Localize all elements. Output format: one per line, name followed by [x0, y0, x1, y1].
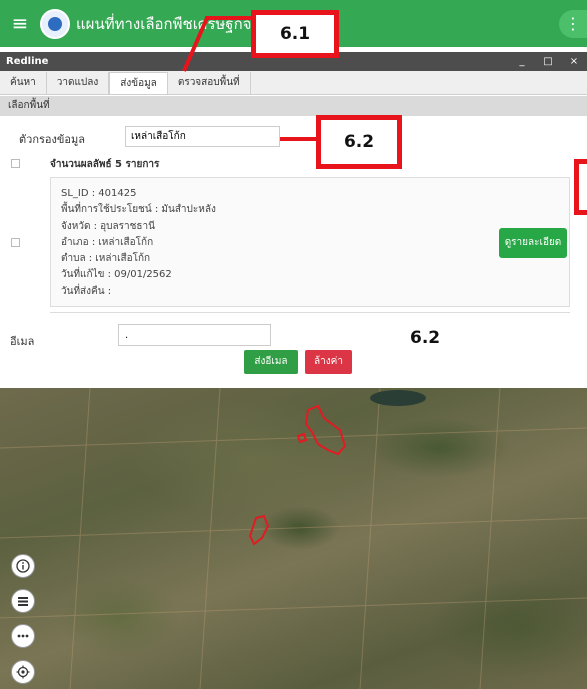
tab-search[interactable]: ค้นหา — [0, 72, 47, 94]
map-overlay — [0, 388, 587, 689]
callout-tab: 6.1 — [251, 10, 339, 58]
maximize-button[interactable]: □ — [535, 52, 561, 71]
close-button[interactable]: × — [561, 52, 587, 71]
filter-label: ตัวกรองข้อมูล — [19, 133, 85, 146]
pond — [370, 390, 426, 406]
result-line: วันที่ส่งคืน : — [61, 285, 112, 297]
send-email-button[interactable]: ส่งอีเมล — [244, 350, 298, 374]
plot-boundary[interactable] — [248, 514, 270, 546]
tab-check-area[interactable]: ตรวจสอบพื้นที่ — [168, 72, 251, 94]
filter-input[interactable] — [125, 126, 280, 147]
result-line: อำเภอ : เหล่าเสือโก้ก — [61, 236, 154, 248]
result-line: พื้นที่การใช้ประโยชน์ : มันสำปะหลัง — [61, 204, 216, 216]
callout-connector — [280, 137, 318, 141]
section-header: เลือกพื้นที่ — [0, 96, 587, 116]
view-detail-button[interactable]: ดูรายละเอียด — [499, 228, 567, 258]
next-result-card-edge — [50, 312, 570, 315]
result-line: SL_ID : 401425 — [61, 188, 137, 199]
hamburger-menu-icon[interactable]: ≡ — [0, 0, 40, 47]
callout-edge — [574, 159, 587, 215]
tab-bar: ค้นหา วาดแปลง ส่งข้อมูล ตรวจสอบพื้นที่ — [0, 71, 587, 95]
result-checkbox[interactable] — [11, 238, 20, 247]
tab-draw-plot[interactable]: วาดแปลง — [47, 72, 110, 94]
layer-list-icon[interactable] — [11, 589, 35, 613]
result-line: จังหวัด : อุบลราชธานี — [61, 220, 155, 232]
tab-send-data[interactable]: ส่งข้อมูล — [109, 72, 168, 94]
email-label: อีเมล — [10, 335, 35, 348]
locate-icon[interactable] — [11, 660, 35, 684]
result-line: วันที่แก้ไข : 09/01/2562 — [61, 269, 172, 281]
email-input[interactable] — [118, 324, 271, 346]
window-controls: _ □ × — [509, 52, 587, 71]
result-card: SL_ID : 401425 พื้นที่การใช้ประโยชน์ : ม… — [50, 177, 570, 307]
info-icon[interactable] — [11, 554, 35, 578]
callout-connector — [182, 17, 209, 72]
minimize-button[interactable]: _ — [509, 52, 535, 71]
result-details: SL_ID : 401425 พื้นที่การใช้ประโยชน์ : ม… — [61, 186, 216, 300]
send-data-panel: ตัวกรองข้อมูล จำนวนผลลัพธ์ 5 รายการ SL_I… — [0, 116, 587, 388]
clear-button[interactable]: ล้างค่า — [305, 350, 352, 374]
window-title: Redline — [6, 56, 49, 67]
callout-connector — [205, 16, 253, 20]
select-all-checkbox[interactable] — [11, 159, 20, 168]
callout-email: 6.2 — [410, 328, 441, 348]
vertical-dots-icon[interactable]: ⋮ — [559, 10, 587, 38]
plot-boundary[interactable] — [304, 404, 347, 456]
callout-filter: 6.2 — [316, 115, 402, 169]
result-line: ตำบล : เหล่าเสือโก้ก — [61, 253, 151, 265]
result-count: จำนวนผลลัพธ์ 5 รายการ — [50, 159, 160, 170]
more-options-icon[interactable] — [11, 624, 35, 648]
satellite-map[interactable] — [0, 388, 587, 689]
app-logo — [40, 8, 70, 39]
